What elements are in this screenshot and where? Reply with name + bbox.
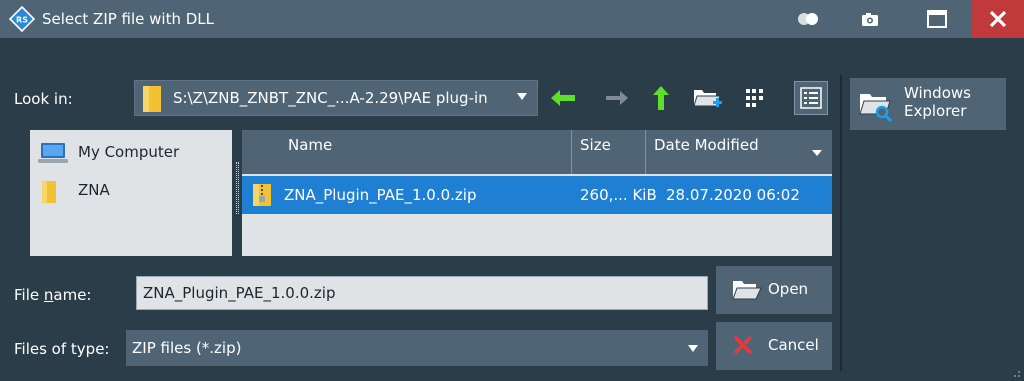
open-button-label: Open xyxy=(768,280,809,298)
windows-explorer-button[interactable]: Windows Explorer xyxy=(850,78,1006,130)
toggle-icon xyxy=(798,13,818,25)
svg-text:RS: RS xyxy=(16,16,28,25)
filename-label-part: File xyxy=(14,286,44,304)
sort-descending-icon xyxy=(812,150,822,156)
filename-label-part: ame: xyxy=(53,286,92,304)
new-folder-icon xyxy=(693,90,722,107)
folder-icon xyxy=(143,86,161,112)
cancel-button[interactable]: Cancel xyxy=(716,322,832,370)
window-title: Select ZIP file with DLL xyxy=(42,10,215,28)
close-icon xyxy=(989,10,1006,28)
zip-file-icon xyxy=(253,184,271,206)
up-folder-button[interactable] xyxy=(644,81,678,115)
lookin-combobox[interactable]: S:\Z\ZNB_ZNBT_ZNC_...A-2.29\PAE plug-in xyxy=(134,80,538,116)
maximize-button[interactable] xyxy=(915,0,959,38)
screenshot-button[interactable] xyxy=(850,0,890,38)
column-label: Size xyxy=(580,136,611,154)
folder-icon xyxy=(42,181,56,203)
column-date-modified[interactable]: Date Modified xyxy=(646,130,832,174)
column-size[interactable]: Size xyxy=(572,130,646,174)
list-view-button[interactable] xyxy=(738,81,772,115)
detail-view-icon xyxy=(800,87,822,109)
column-label: Name xyxy=(288,136,333,154)
lookin-label: Look in: xyxy=(14,90,73,108)
place-label: ZNA xyxy=(78,181,110,199)
rohde-schwarz-logo-icon: RS xyxy=(9,6,35,32)
camera-icon xyxy=(862,12,878,26)
column-label: Date Modified xyxy=(654,136,759,154)
filename-value: ZNA_Plugin_PAE_1.0.0.zip xyxy=(143,284,336,302)
file-date-cell: 28.07.2020 06:02 xyxy=(666,186,800,204)
place-zna[interactable]: ZNA xyxy=(34,176,230,204)
sidebar-divider xyxy=(840,75,842,371)
detail-view-button[interactable] xyxy=(794,81,828,115)
filename-label-mnemonic: n xyxy=(43,286,54,304)
cancel-button-label: Cancel xyxy=(768,336,819,354)
filetype-combobox[interactable]: ZIP files (*.zip) xyxy=(126,330,708,366)
title-bar: RS Select ZIP file with DLL xyxy=(0,0,1024,38)
arrow-left-icon xyxy=(551,90,575,106)
panel-splitter[interactable] xyxy=(236,162,239,214)
file-list: Name Size Date Modified ZNA_Plugin_PAE_1… xyxy=(242,130,832,256)
maximize-icon xyxy=(927,10,947,28)
transparency-toggle[interactable] xyxy=(786,0,830,38)
list-view-icon xyxy=(746,89,763,107)
column-name[interactable]: Name xyxy=(242,130,572,174)
cancel-icon xyxy=(733,335,753,355)
resize-grip-icon[interactable] xyxy=(1011,368,1021,378)
place-label: My Computer xyxy=(78,143,180,161)
chevron-down-icon xyxy=(688,345,698,352)
forward-button[interactable] xyxy=(600,81,634,115)
back-button[interactable] xyxy=(546,81,580,115)
new-folder-button[interactable] xyxy=(690,81,724,115)
open-button[interactable]: Open xyxy=(716,266,832,314)
file-name-cell: ZNA_Plugin_PAE_1.0.0.zip xyxy=(284,186,477,204)
place-my-computer[interactable]: My Computer xyxy=(34,138,230,166)
filename-input[interactable]: ZNA_Plugin_PAE_1.0.0.zip xyxy=(136,276,708,310)
computer-icon xyxy=(38,143,68,163)
windows-explorer-label: Windows Explorer xyxy=(904,84,971,120)
chevron-down-icon xyxy=(517,93,527,100)
close-button[interactable] xyxy=(971,0,1024,38)
folder-search-icon xyxy=(859,94,893,122)
table-row[interactable]: ZNA_Plugin_PAE_1.0.0.zip 260,... KiB 28.… xyxy=(242,176,832,214)
filetype-label: Files of type: xyxy=(14,340,110,358)
file-dialog: RS Select ZIP file with DLL Look in: S:\… xyxy=(0,0,1024,381)
filename-label: File name: xyxy=(14,286,91,304)
lookin-path: S:\Z\ZNB_ZNBT_ZNC_...A-2.29\PAE plug-in xyxy=(173,89,488,107)
arrow-right-icon xyxy=(606,91,628,105)
open-folder-icon xyxy=(732,281,762,300)
places-panel: My Computer ZNA xyxy=(30,130,232,256)
file-size-cell: 260,... KiB xyxy=(580,186,657,204)
file-list-header: Name Size Date Modified xyxy=(242,130,832,174)
filetype-value: ZIP files (*.zip) xyxy=(132,339,242,357)
arrow-up-icon xyxy=(653,86,669,110)
